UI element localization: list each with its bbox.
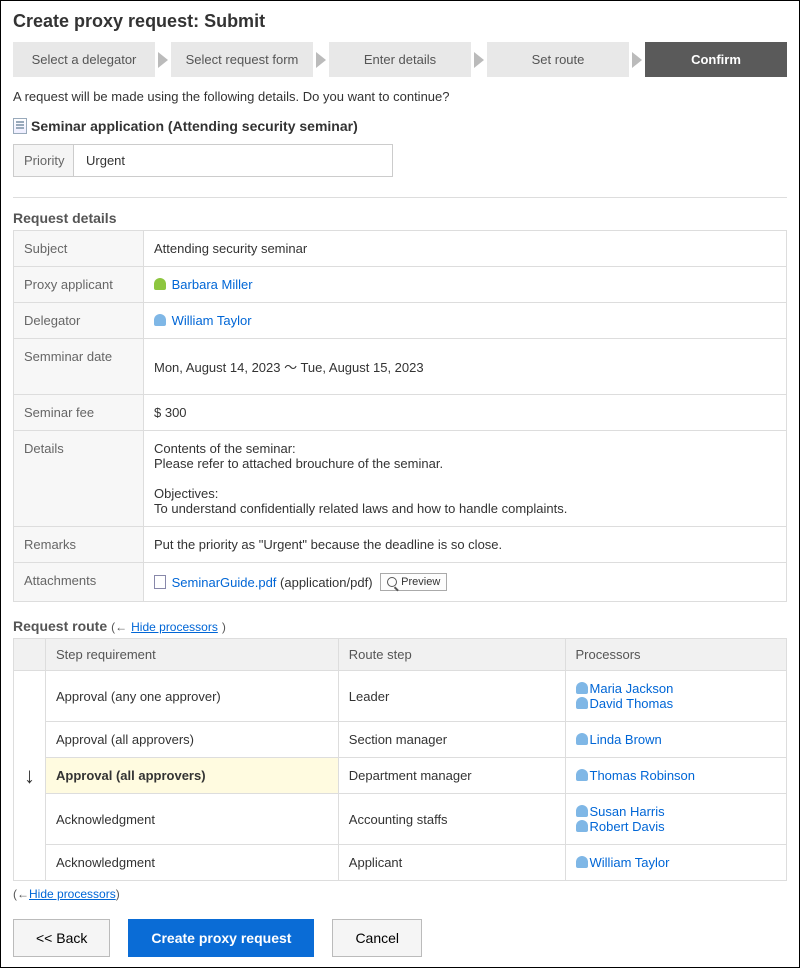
user-blue-icon [576, 820, 588, 832]
details-value: Contents of the seminar: Please refer to… [144, 431, 787, 527]
step-select-request-form[interactable]: Select request form [171, 42, 313, 77]
seminar-date-value: Mon, August 14, 2023 ～ Tue, August 15, 2… [144, 339, 787, 395]
priority-value: Urgent [74, 145, 392, 176]
route-processors: Susan HarrisRobert Davis [565, 794, 786, 845]
route-step-requirement: Approval (all approvers) [46, 758, 339, 794]
priority-box: Priority Urgent [13, 144, 393, 177]
route-header-processors: Processors [565, 639, 786, 671]
user-blue-icon [576, 856, 588, 868]
remarks-label: Remarks [14, 527, 144, 563]
route-table: Step requirement Route step Processors ↓… [13, 638, 787, 881]
form-icon [13, 118, 27, 134]
attachment-link[interactable]: SeminarGuide.pdf [172, 575, 277, 590]
seminar-fee-label: Seminar fee [14, 395, 144, 431]
route-row: AcknowledgmentApplicant William Taylor [14, 845, 787, 881]
page-title: Create proxy request: Submit [13, 11, 787, 32]
route-step-name: Accounting staffs [338, 794, 565, 845]
processor-link[interactable]: Robert Davis [590, 819, 665, 834]
route-step-name: Leader [338, 671, 565, 722]
processor-link[interactable]: William Taylor [590, 855, 670, 870]
processor-link[interactable]: Maria Jackson [590, 681, 674, 696]
magnifier-icon [387, 577, 397, 587]
step-set-route[interactable]: Set route [487, 42, 629, 77]
subject-label: Subject [14, 231, 144, 267]
seminar-fee-value: $ 300 [144, 395, 787, 431]
processor-link[interactable]: Linda Brown [590, 732, 662, 747]
user-blue-icon [576, 733, 588, 745]
route-step-requirement: Acknowledgment [46, 845, 339, 881]
priority-label: Priority [14, 145, 74, 176]
proxy-applicant-link[interactable]: Barbara Miller [172, 277, 253, 292]
route-row: Approval (all approvers)Section manager L… [14, 722, 787, 758]
hide-processors-bottom-link[interactable]: Hide processors [29, 887, 116, 901]
processor-link[interactable]: David Thomas [590, 696, 674, 711]
delegator-link[interactable]: William Taylor [172, 313, 252, 328]
route-flow-arrow-icon: ↓ [14, 671, 46, 881]
user-blue-icon [576, 769, 588, 781]
create-proxy-request-button[interactable]: Create proxy request [128, 919, 314, 957]
route-step-requirement: Approval (any one approver) [46, 671, 339, 722]
step-select-delegator[interactable]: Select a delegator [13, 42, 155, 77]
request-details-table: Subject Attending security seminar Proxy… [13, 230, 787, 602]
route-processors: Thomas Robinson [565, 758, 786, 794]
route-step-name: Applicant [338, 845, 565, 881]
divider [13, 197, 787, 198]
proxy-applicant-label: Proxy applicant [14, 267, 144, 303]
user-blue-icon [576, 805, 588, 817]
attachment-type: (application/pdf) [280, 575, 373, 590]
route-row: AcknowledgmentAccounting staffsSusan Har… [14, 794, 787, 845]
form-name-row: Seminar application (Attending security … [13, 118, 787, 134]
step-bar: Select a delegator Select request form E… [13, 42, 787, 77]
attachments-label: Attachments [14, 563, 144, 602]
seminar-date-label: Semminar date [14, 339, 144, 395]
user-green-icon [154, 278, 166, 290]
back-button[interactable]: << Back [13, 919, 110, 957]
route-header-route-step: Route step [338, 639, 565, 671]
processor-link[interactable]: Thomas Robinson [590, 768, 696, 783]
details-label: Details [14, 431, 144, 527]
route-step-requirement: Acknowledgment [46, 794, 339, 845]
subject-value: Attending security seminar [144, 231, 787, 267]
route-row: ↓Approval (any one approver)LeaderMaria … [14, 671, 787, 722]
route-step-name: Department manager [338, 758, 565, 794]
intro-text: A request will be made using the followi… [13, 89, 787, 104]
cancel-button[interactable]: Cancel [332, 919, 422, 957]
user-blue-icon [154, 314, 166, 326]
preview-button[interactable]: Preview [380, 573, 447, 591]
delegator-label: Delegator [14, 303, 144, 339]
request-route-title: Request route [13, 618, 107, 634]
user-blue-icon [576, 682, 588, 694]
route-row: Approval (all approvers)Department manag… [14, 758, 787, 794]
route-header-step-requirement: Step requirement [46, 639, 339, 671]
chevron-right-icon [158, 52, 168, 68]
route-processors: William Taylor [565, 845, 786, 881]
route-processors: Maria JacksonDavid Thomas [565, 671, 786, 722]
user-blue-icon [576, 697, 588, 709]
chevron-right-icon [474, 52, 484, 68]
request-details-title: Request details [13, 210, 787, 226]
hide-processors-link[interactable]: Hide processors [131, 620, 218, 634]
chevron-right-icon [632, 52, 642, 68]
route-header-arrow [14, 639, 46, 671]
processor-link[interactable]: Susan Harris [590, 804, 665, 819]
route-step-name: Section manager [338, 722, 565, 758]
chevron-right-icon [316, 52, 326, 68]
route-step-requirement: Approval (all approvers) [46, 722, 339, 758]
step-confirm[interactable]: Confirm [645, 42, 787, 77]
form-name: Seminar application (Attending security … [31, 118, 358, 134]
attachment-icon [154, 575, 166, 589]
step-enter-details[interactable]: Enter details [329, 42, 471, 77]
route-processors: Linda Brown [565, 722, 786, 758]
remarks-value: Put the priority as "Urgent" because the… [144, 527, 787, 563]
